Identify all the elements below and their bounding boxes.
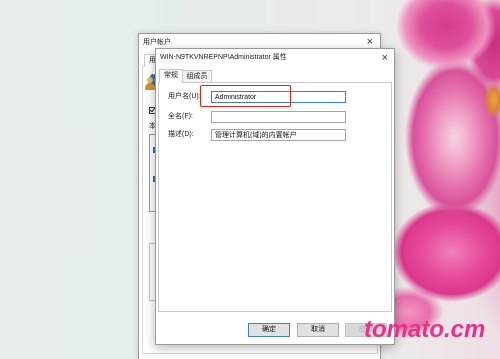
username-field[interactable] xyxy=(211,91,346,103)
dialog-title: WIN-N9TKVNREPNP\Administrator 属性 xyxy=(160,54,287,61)
fullname-label: 全名(F): xyxy=(168,113,193,120)
users-icon-figure-front xyxy=(145,77,155,91)
cancel-button[interactable]: 取消 xyxy=(297,323,339,337)
close-icon[interactable]: × xyxy=(382,52,388,64)
username-label: 用户名(U): xyxy=(168,93,201,100)
description-field[interactable] xyxy=(211,129,346,141)
close-icon[interactable]: × xyxy=(367,36,373,48)
watermark: tomato.cm xyxy=(364,316,486,343)
ok-button[interactable]: 确定 xyxy=(248,323,290,337)
administrator-properties-dialog: WIN-N9TKVNREPNP\Administrator 属性 × 常规 组成… xyxy=(155,48,395,345)
tab-panel-general: 用户名(U): 全名(F): 描述(D): xyxy=(158,82,392,312)
user-accounts-title: 用户帐户 xyxy=(143,39,171,46)
description-label: 描述(D): xyxy=(168,131,194,138)
fullname-field[interactable] xyxy=(211,111,346,123)
tab-general[interactable]: 常规 xyxy=(159,69,183,83)
